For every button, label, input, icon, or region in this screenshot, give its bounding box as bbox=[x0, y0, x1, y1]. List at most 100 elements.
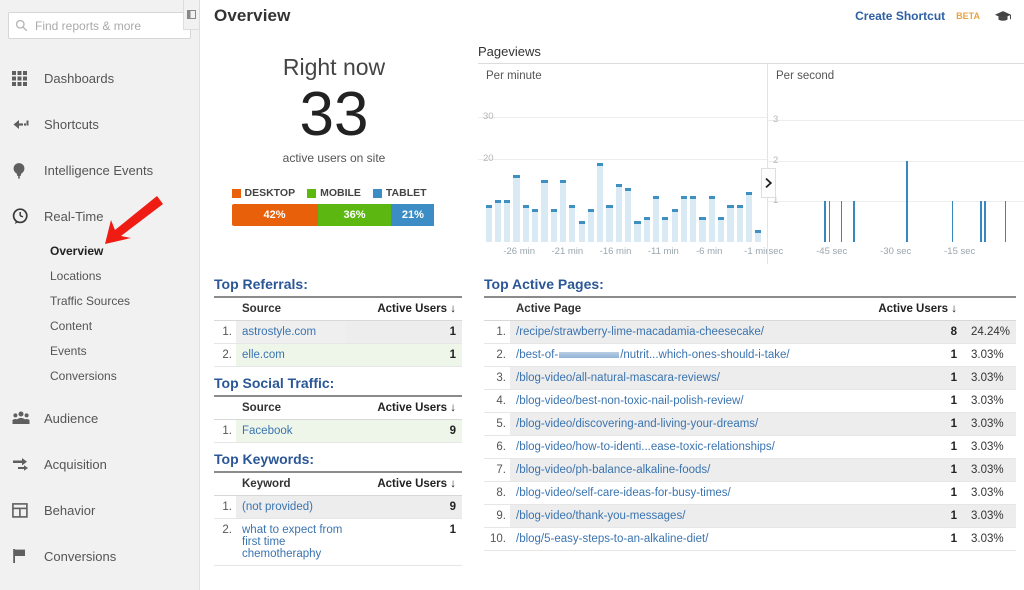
chart-bar[interactable] bbox=[755, 230, 761, 242]
chart-bar[interactable] bbox=[709, 196, 715, 242]
active-users-percent: 3.03% bbox=[963, 482, 1016, 505]
sidebar-item-shortcuts[interactable]: Shortcuts bbox=[0, 101, 199, 147]
chart-bar[interactable] bbox=[727, 205, 733, 242]
sidebar-item-locations[interactable]: Locations bbox=[0, 264, 199, 289]
col-active-users[interactable]: Active Users ↓ bbox=[346, 297, 462, 321]
active-users-value: 1 bbox=[854, 482, 963, 505]
graduation-cap-icon[interactable] bbox=[988, 10, 1012, 23]
col-active-users[interactable]: Active Users ↓ bbox=[365, 472, 462, 496]
sidebar-item-label: Conversions bbox=[38, 549, 116, 564]
col-active-page[interactable]: Active Page bbox=[510, 297, 854, 321]
referral-source[interactable]: elle.com bbox=[236, 344, 346, 367]
active-page-url[interactable]: /recipe/strawberry-lime-macadamia-cheese… bbox=[510, 321, 854, 344]
chart-bar[interactable] bbox=[824, 201, 826, 242]
sidebar-item-traffic-sources[interactable]: Traffic Sources bbox=[0, 289, 199, 314]
sidebar-item-real-time[interactable]: Real-Time bbox=[0, 193, 199, 239]
referral-source[interactable]: astrostyle.com bbox=[236, 321, 346, 344]
chart-bar[interactable] bbox=[523, 205, 529, 242]
chart-bar[interactable] bbox=[841, 201, 843, 242]
chart-bar[interactable] bbox=[513, 175, 519, 242]
row-index: 9. bbox=[484, 505, 510, 528]
chart-bar[interactable] bbox=[853, 201, 855, 242]
chart-bar[interactable] bbox=[486, 205, 492, 242]
per-second-chart: Per second 123 -60 sec-45 sec-30 sec-15 … bbox=[768, 64, 1024, 264]
chart-bar[interactable] bbox=[653, 196, 659, 242]
sidebar-item-conversions-rt[interactable]: Conversions bbox=[0, 364, 199, 389]
keyword-value[interactable]: what to expect from first time chemother… bbox=[236, 519, 365, 566]
sidebar-item-events[interactable]: Events bbox=[0, 339, 199, 364]
sidebar-item-overview[interactable]: Overview bbox=[0, 239, 199, 264]
active-page-url[interactable]: /blog-video/ph-balance-alkaline-foods/ bbox=[510, 459, 854, 482]
chart-bar[interactable] bbox=[690, 196, 696, 242]
active-page-url[interactable]: /blog-video/thank-you-messages/ bbox=[510, 505, 854, 528]
chart-bar[interactable] bbox=[606, 205, 612, 242]
chart-bar[interactable] bbox=[625, 188, 631, 242]
chart-bar[interactable] bbox=[829, 201, 831, 242]
device-segment-desktop[interactable]: 42% bbox=[232, 204, 318, 226]
col-active-users[interactable]: Active Users ↓ bbox=[328, 396, 462, 420]
chart-bar[interactable] bbox=[746, 192, 752, 242]
chart-bar[interactable] bbox=[662, 217, 668, 242]
create-shortcut-link[interactable]: Create Shortcut bbox=[855, 9, 945, 23]
chart-bar[interactable] bbox=[718, 217, 724, 242]
chart-bar[interactable] bbox=[541, 180, 547, 242]
sidebar-item-acquisition[interactable]: Acquisition bbox=[0, 441, 199, 487]
row-index: 4. bbox=[484, 390, 510, 413]
chart-bar[interactable] bbox=[952, 201, 954, 242]
chart-next-button[interactable] bbox=[761, 168, 776, 198]
row-index: 8. bbox=[484, 482, 510, 505]
sidebar-item-conversions[interactable]: Conversions bbox=[0, 533, 199, 579]
table-header-row: Source Active Users ↓ bbox=[214, 396, 462, 420]
chart-bar[interactable] bbox=[532, 209, 538, 242]
active-page-url[interactable]: /blog-video/how-to-identi...ease-toxic-r… bbox=[510, 436, 854, 459]
search-box[interactable] bbox=[8, 12, 191, 39]
active-users-value: 1 bbox=[365, 519, 462, 566]
active-page-url[interactable]: /blog-video/self-care-ideas-for-busy-tim… bbox=[510, 482, 854, 505]
col-index bbox=[484, 297, 510, 321]
sidebar-item-intelligence-events[interactable]: Intelligence Events bbox=[0, 147, 199, 193]
chart-bar[interactable] bbox=[495, 200, 501, 242]
active-users-value: 1 bbox=[854, 367, 963, 390]
chart-bar[interactable] bbox=[551, 209, 557, 242]
active-page-url[interactable]: /best-of-/nutrit...which-ones-should-i-t… bbox=[510, 344, 854, 367]
col-active-users[interactable]: Active Users ↓ bbox=[854, 297, 963, 321]
chart-bar[interactable] bbox=[681, 196, 687, 242]
col-keyword[interactable]: Keyword bbox=[236, 472, 365, 496]
chart-bar[interactable] bbox=[560, 180, 566, 242]
chart-bar[interactable] bbox=[984, 201, 986, 242]
sidebar-item-content[interactable]: Content bbox=[0, 314, 199, 339]
page-header: Overview Create Shortcut BETA bbox=[200, 0, 1024, 36]
chart-bar[interactable] bbox=[634, 221, 640, 242]
keyword-value[interactable]: (not provided) bbox=[236, 496, 365, 519]
chart-bar[interactable] bbox=[504, 200, 510, 242]
chart-bar[interactable] bbox=[980, 201, 982, 242]
active-page-url[interactable]: /blog/5-easy-steps-to-an-alkaline-diet/ bbox=[510, 528, 854, 551]
active-page-url[interactable]: /blog-video/discovering-and-living-your-… bbox=[510, 413, 854, 436]
chart-bar[interactable] bbox=[906, 161, 908, 242]
chart-bar[interactable] bbox=[588, 209, 594, 242]
sidebar-item-dashboards[interactable]: Dashboards bbox=[0, 55, 199, 101]
device-segment-tablet[interactable]: 21% bbox=[391, 204, 434, 226]
sidebar-collapse-toggle[interactable] bbox=[183, 0, 200, 30]
realtime-clock-icon bbox=[12, 208, 38, 225]
sidebar-item-audience[interactable]: Audience bbox=[0, 395, 199, 441]
col-source[interactable]: Source bbox=[236, 297, 346, 321]
active-page-url[interactable]: /blog-video/all-natural-mascara-reviews/ bbox=[510, 367, 854, 390]
chart-bar[interactable] bbox=[616, 184, 622, 242]
chart-bar[interactable] bbox=[672, 209, 678, 242]
search-input[interactable] bbox=[31, 18, 192, 34]
active-page-url[interactable]: /blog-video/best-non-toxic-nail-polish-r… bbox=[510, 390, 854, 413]
chart-bar[interactable] bbox=[737, 205, 743, 242]
chart-bar[interactable] bbox=[569, 205, 575, 242]
social-source[interactable]: Facebook bbox=[236, 420, 328, 443]
col-source[interactable]: Source bbox=[236, 396, 328, 420]
chart-bar[interactable] bbox=[644, 217, 650, 242]
chart-bar[interactable] bbox=[699, 217, 705, 242]
device-segment-mobile[interactable]: 36% bbox=[318, 204, 392, 226]
chart-bar[interactable] bbox=[597, 163, 603, 242]
chart-bar[interactable] bbox=[579, 221, 585, 242]
arrows-icon bbox=[12, 457, 38, 472]
x-tick-label: -1 min bbox=[744, 246, 768, 257]
chart-bar[interactable] bbox=[1005, 201, 1007, 242]
sidebar-item-behavior[interactable]: Behavior bbox=[0, 487, 199, 533]
